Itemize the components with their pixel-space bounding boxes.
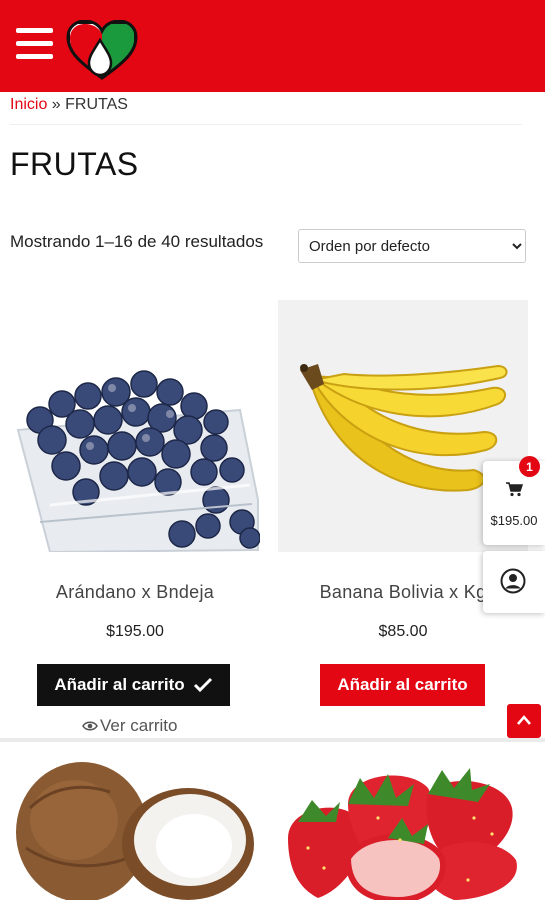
blueberries-image[interactable] xyxy=(10,300,261,554)
user-icon xyxy=(500,568,526,594)
cart-icon xyxy=(506,482,523,497)
chevron-up-icon xyxy=(517,715,531,725)
hamburger-icon[interactable] xyxy=(16,28,53,60)
orderby-select[interactable]: Orden por defecto xyxy=(298,229,526,263)
view-cart-label: Ver carrito xyxy=(100,716,178,735)
page-title: FRUTAS xyxy=(10,146,139,182)
checkmark-icon xyxy=(193,677,212,693)
breadcrumb-separator: » xyxy=(47,96,66,113)
eye-icon xyxy=(82,721,98,731)
result-count: Mostrando 1–16 de 40 resultados xyxy=(10,232,264,251)
add-to-cart-label: Añadir al carrito xyxy=(337,675,468,694)
scroll-to-top-button[interactable] xyxy=(507,704,541,738)
floating-account[interactable] xyxy=(483,551,545,613)
cart-total: $195.00 xyxy=(490,513,538,528)
add-to-cart-label: Añadir al carrito xyxy=(54,675,185,694)
product-name[interactable]: Arándano x Bndeja xyxy=(10,582,260,603)
breadcrumb-home-link[interactable]: Inicio xyxy=(10,96,47,113)
breadcrumb-divider xyxy=(10,124,522,125)
floating-cart[interactable]: 1 $195.00 xyxy=(483,456,545,545)
product-price: $85.00 xyxy=(378,623,428,640)
cart-count-badge: 1 xyxy=(519,456,540,477)
strawberries-image[interactable] xyxy=(278,748,528,900)
coconut-image[interactable] xyxy=(10,748,260,900)
breadcrumb-current: FRUTAS xyxy=(65,96,128,113)
product-card: Arándano x Bndeja $195.00 Añadir al carr… xyxy=(10,300,261,735)
heart-drop-logo[interactable] xyxy=(66,20,138,80)
breadcrumb: Inicio » FRUTAS xyxy=(10,96,128,114)
add-to-cart-button[interactable]: Añadir al carrito xyxy=(37,664,230,706)
add-to-cart-button[interactable]: Añadir al carrito xyxy=(320,664,485,706)
site-header xyxy=(0,0,545,92)
product-row-divider xyxy=(0,738,545,742)
product-price: $195.00 xyxy=(106,623,164,640)
view-cart-link[interactable]: Ver carrito xyxy=(82,716,177,736)
